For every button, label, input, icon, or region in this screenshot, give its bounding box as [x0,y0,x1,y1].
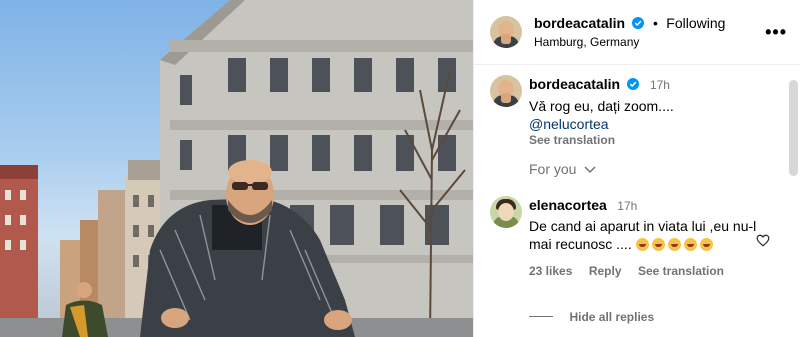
comments-scrollbar[interactable] [789,80,798,176]
rolling-laugh-emoji-icon [667,238,681,251]
post-header: bordeacatalin • Following Hamburg, Germa… [474,0,800,65]
author-username[interactable]: bordeacatalin [534,15,625,31]
see-translation-button[interactable]: See translation [529,133,779,147]
chevron-down-icon [584,166,596,174]
separator-dot: • [652,15,658,31]
post-photo[interactable] [0,0,473,337]
caption-block: bordeacatalin 17h Vă rog eu, dați zoom..… [529,76,779,147]
hide-replies-label: Hide all replies [569,310,655,324]
rolling-laugh-emoji-icon [651,238,665,251]
comment-see-translation-button[interactable]: See translation [638,264,724,278]
caption-text: Vă rog eu, dați zoom.... [529,98,674,114]
photo-illustration [0,0,473,337]
caption-avatar[interactable] [490,75,522,107]
verified-badge-icon [632,17,645,29]
comment-text: De cand ai aparut in viata lui ,eu nu-l … [529,217,761,253]
more-options-icon[interactable]: ••• [765,22,787,43]
caption-username[interactable]: bordeacatalin [529,76,620,92]
verified-badge-icon [627,78,640,90]
heart-icon[interactable] [756,234,770,247]
hide-replies-toggle[interactable]: Hide all replies [529,308,654,326]
comment-time[interactable]: 17h [617,199,637,213]
comment-actions: 23 likes Reply See translation [529,262,761,280]
rolling-laugh-emoji-icon [699,238,713,251]
reply-button[interactable]: Reply [589,264,622,278]
author-avatar[interactable] [490,16,522,48]
caption-time[interactable]: 17h [650,78,670,92]
post-location[interactable]: Hamburg, Germany [534,35,639,49]
rolling-laugh-emoji-icon [635,238,649,251]
caption-mention-link[interactable]: @nelucortea [529,116,779,132]
commenter-avatar[interactable] [490,196,522,228]
comment-likes[interactable]: 23 likes [529,264,572,278]
replies-divider [529,316,553,317]
rolling-laugh-emoji-icon [683,238,697,251]
for-you-label: For you [529,161,577,177]
comment-emojis [635,236,716,252]
comment-block: elenacortea 17h De cand ai aparut in via… [529,197,761,280]
following-button[interactable]: Following [666,15,725,31]
post-side-panel: bordeacatalin • Following Hamburg, Germa… [473,0,800,337]
commenter-username[interactable]: elenacortea [529,197,607,213]
header-line: bordeacatalin • Following [534,15,725,33]
for-you-filter[interactable]: For you [529,161,596,179]
